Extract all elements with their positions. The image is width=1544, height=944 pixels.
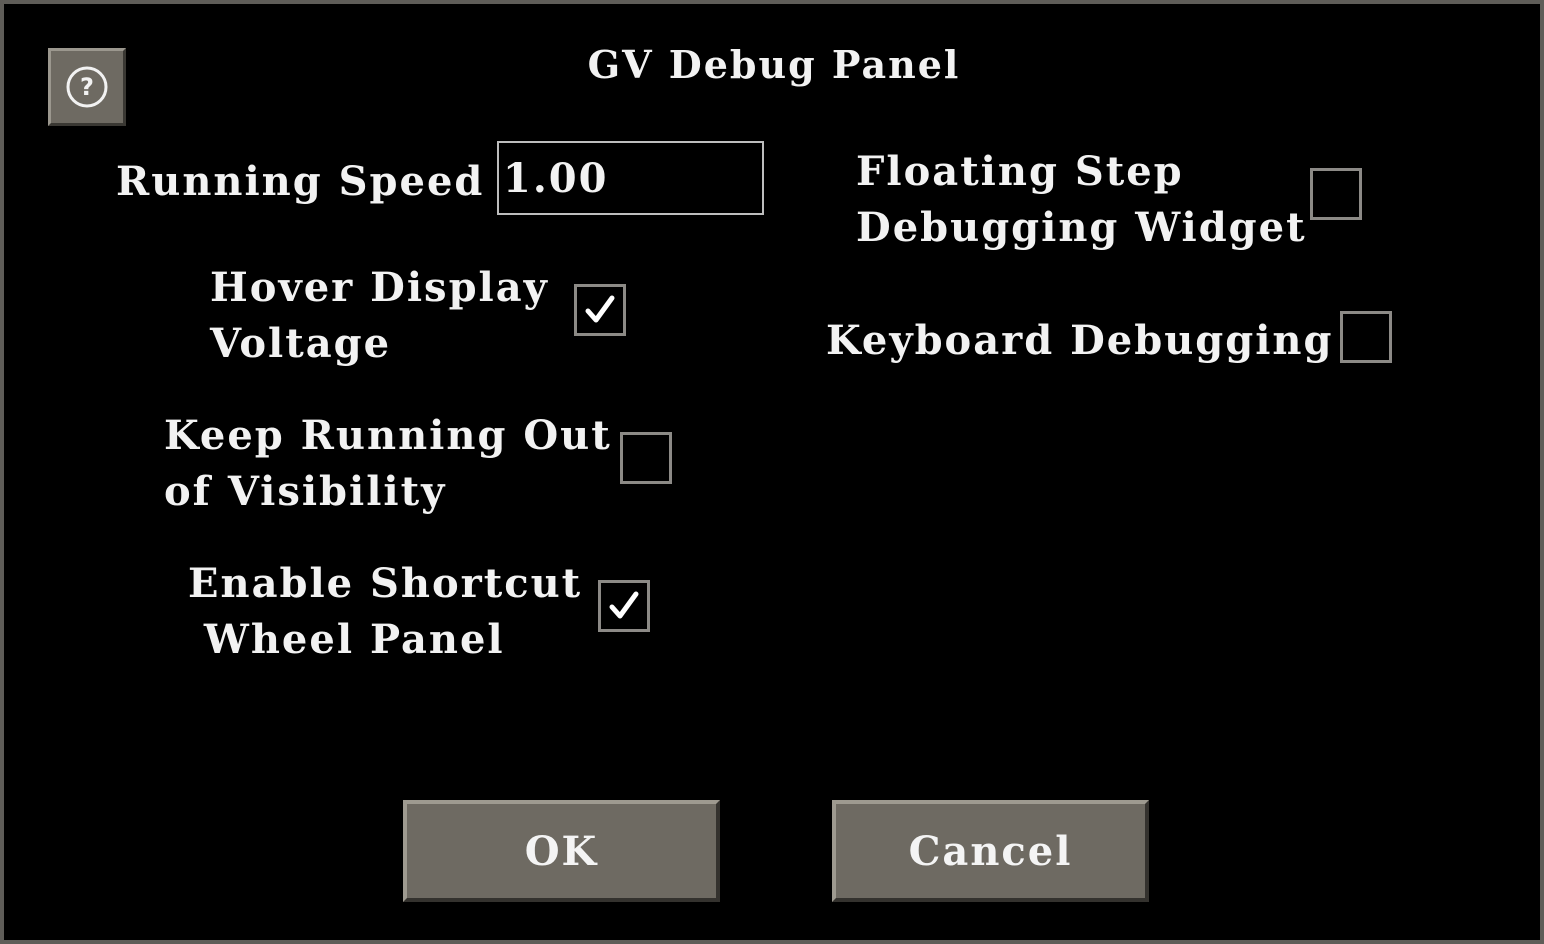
hover-display-voltage-checkbox[interactable] xyxy=(574,284,626,336)
ok-button[interactable]: OK xyxy=(403,800,720,902)
question-circle-icon: ? xyxy=(66,66,108,108)
cancel-button[interactable]: Cancel xyxy=(832,800,1149,902)
floating-step-debugging-widget-checkbox[interactable] xyxy=(1310,168,1362,220)
label-line: Enable Shortcut xyxy=(188,560,583,607)
label-line: Floating Step xyxy=(856,148,1184,195)
label-line: Hover Display xyxy=(210,264,549,311)
help-button[interactable]: ? xyxy=(48,48,126,126)
label-line: Debugging Widget xyxy=(856,204,1307,251)
label-line: Wheel Panel xyxy=(188,616,505,663)
checkmark-icon xyxy=(585,295,615,323)
dialog-title: GV Debug Panel xyxy=(587,42,961,87)
enable-shortcut-wheel-panel-label: Enable Shortcut Wheel Panel xyxy=(188,556,582,668)
running-speed-input[interactable] xyxy=(497,141,764,215)
svg-text:?: ? xyxy=(80,73,94,101)
enable-shortcut-wheel-panel-checkbox[interactable] xyxy=(598,580,650,632)
hover-display-voltage-label: Hover Display Voltage xyxy=(210,260,549,372)
checkmark-icon xyxy=(609,591,639,619)
label-line: of Visibility xyxy=(164,468,447,515)
label-line: Keep Running Out xyxy=(164,412,612,459)
keep-running-out-of-visibility-checkbox[interactable] xyxy=(620,432,672,484)
keyboard-debugging-checkbox[interactable] xyxy=(1340,311,1392,363)
running-speed-label: Running Speed xyxy=(116,158,485,205)
label-line: Voltage xyxy=(210,320,392,367)
keyboard-debugging-label: Keyboard Debugging xyxy=(826,317,1334,364)
keep-running-out-of-visibility-label: Keep Running Out of Visibility xyxy=(164,408,612,520)
floating-step-debugging-widget-label: Floating Step Debugging Widget xyxy=(856,144,1307,256)
debug-panel-dialog: ? GV Debug Panel Running Speed Hover Dis… xyxy=(0,0,1544,944)
